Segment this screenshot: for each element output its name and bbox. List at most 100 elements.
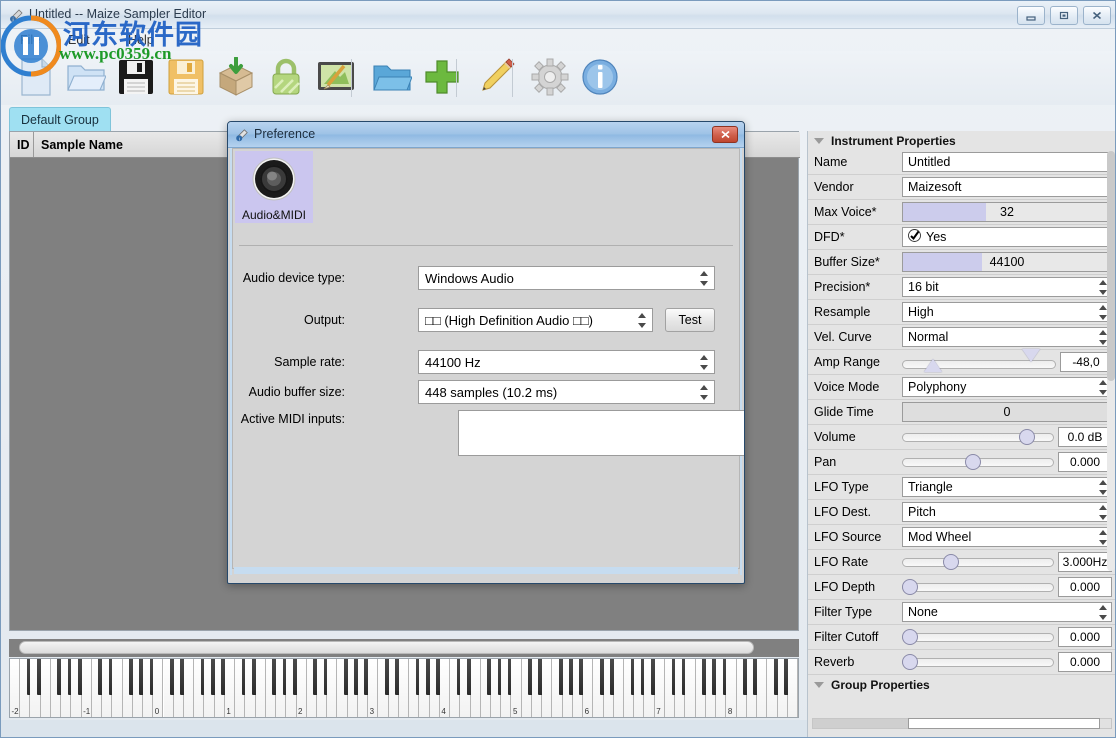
scrollbar-thumb[interactable] (19, 641, 754, 654)
property-control: Normal (902, 327, 1115, 347)
filter-type-select[interactable]: None (902, 602, 1112, 622)
open-folder-icon (66, 60, 107, 97)
audio-device-type-select[interactable]: Windows Audio (418, 266, 715, 290)
spinner-arrows-icon[interactable] (699, 385, 709, 400)
property-control: 32 (902, 202, 1115, 222)
piano-white-key[interactable] (787, 659, 798, 717)
dialog-tab-audio-midi[interactable]: Audio&MIDI (235, 151, 313, 223)
menu-item-file[interactable]: File (15, 32, 45, 48)
volume-value[interactable]: 0.0 dB (1058, 427, 1112, 447)
new-document-button[interactable] (11, 53, 61, 103)
property-control: 0.000 (902, 577, 1115, 597)
property-row: Vel. Curve Normal (808, 325, 1115, 350)
piano-white-key[interactable] (757, 659, 768, 717)
table-horizontal-scrollbar[interactable] (9, 639, 799, 657)
resample-select[interactable]: High (902, 302, 1112, 322)
menu-item-edit[interactable]: Edit (63, 32, 95, 48)
slider-knob[interactable] (964, 454, 981, 470)
vel-curve-select[interactable]: Normal (902, 327, 1112, 347)
panel-vertical-scrollbar[interactable] (1107, 151, 1115, 571)
minimize-button[interactable] (1017, 6, 1045, 25)
import-button[interactable] (211, 53, 261, 103)
octave-label: 0 (154, 707, 160, 716)
voice-mode-select[interactable]: Polyphony (902, 377, 1112, 397)
save-button[interactable] (111, 53, 161, 103)
spinner-arrows-icon[interactable] (1098, 605, 1108, 620)
column-header-id[interactable]: ID (10, 132, 34, 157)
edit-button[interactable] (471, 53, 521, 103)
about-button[interactable] (575, 53, 625, 103)
settings-button[interactable] (525, 53, 575, 103)
piano-keyboard[interactable]: -2 -1 0 1 2 3 4 5 6 7 8 (9, 658, 799, 718)
piano-white-key[interactable] (183, 659, 195, 717)
maximize-button[interactable] (1050, 6, 1078, 25)
skin-button[interactable] (311, 53, 361, 103)
lfo-type-select[interactable]: Triangle (902, 477, 1112, 497)
slider-knob[interactable] (902, 629, 918, 645)
name-input[interactable]: Untitled (902, 152, 1112, 172)
group-properties-header[interactable]: Group Properties (808, 675, 1115, 694)
active-midi-inputs-list[interactable] (458, 410, 744, 456)
menu-item-help[interactable]: Help (123, 32, 159, 48)
close-button[interactable] (1083, 6, 1111, 25)
audio-buffer-size-select[interactable]: 448 samples (10.2 ms) (418, 380, 715, 404)
open-folder-button[interactable] (61, 53, 111, 103)
slider-knob[interactable] (902, 579, 918, 595)
slider-knob[interactable] (902, 654, 918, 670)
test-button[interactable]: Test (665, 308, 715, 332)
reverb-value[interactable]: 0.000 (1058, 652, 1112, 672)
filter-cutoff-slider[interactable] (902, 627, 1054, 647)
lfo-dest-select[interactable]: Pitch (902, 502, 1112, 522)
lfo-depth-value[interactable]: 0.000 (1058, 577, 1112, 597)
dialog-close-button[interactable] (712, 126, 738, 143)
pan-value[interactable]: 0.000 (1058, 452, 1112, 472)
add-folder-button[interactable] (367, 53, 417, 103)
buffer-size-stepper[interactable]: 44100 (902, 252, 1112, 272)
piano-white-key[interactable] (40, 659, 51, 717)
filter-cutoff-value[interactable]: 0.000 (1058, 627, 1112, 647)
tab-default-group[interactable]: Default Group (9, 107, 111, 131)
lfo-depth-slider[interactable] (902, 577, 1054, 597)
spinner-arrows-icon[interactable] (699, 355, 709, 370)
sample-rate-select[interactable]: 44100 Hz (418, 350, 715, 374)
save-as-button[interactable] (161, 53, 211, 103)
piano-white-key[interactable] (255, 659, 266, 717)
piano-white-key[interactable] (327, 659, 338, 717)
output-select[interactable]: □□ (High Definition Audio □□) (418, 308, 653, 332)
amp-range-dual-slider[interactable] (902, 349, 1056, 373)
max-voice-stepper[interactable]: 32 (902, 202, 1112, 222)
piano-white-key[interactable] (685, 659, 696, 717)
slider-knob[interactable] (1018, 429, 1035, 445)
range-handle-low[interactable] (923, 359, 942, 372)
piano-white-key[interactable] (470, 659, 481, 717)
property-row: Pan 0.000 (808, 450, 1115, 475)
add-button[interactable] (417, 53, 467, 103)
piano-white-key[interactable] (542, 659, 553, 717)
volume-slider[interactable] (902, 427, 1054, 447)
piano-white-key[interactable] (613, 659, 624, 717)
lfo-rate-slider[interactable] (902, 552, 1054, 572)
reverb-slider[interactable] (902, 652, 1054, 672)
slider-knob[interactable] (942, 554, 959, 570)
piano-white-key[interactable] (112, 659, 123, 717)
pan-slider[interactable] (902, 452, 1054, 472)
spinner-arrows-icon[interactable] (699, 271, 709, 286)
group-property-field[interactable] (908, 718, 1100, 729)
audio-device-type-value: Windows Audio (425, 270, 514, 286)
vendor-input[interactable]: Maizesoft (902, 177, 1112, 197)
dfd-checkbox[interactable]: Yes (902, 227, 1112, 247)
lfo-source-select[interactable]: Mod Wheel (902, 527, 1112, 547)
property-control: Maizesoft (902, 177, 1115, 197)
piano-white-key[interactable] (398, 659, 410, 717)
glide-time-value[interactable]: 0 (902, 402, 1112, 422)
scrollbar-thumb[interactable] (813, 719, 909, 728)
spinner-arrows-icon[interactable] (637, 313, 647, 328)
property-row: LFO Rate 3.000Hz (808, 550, 1115, 575)
lfo-rate-value[interactable]: 3.000Hz (1058, 552, 1112, 572)
lock-button[interactable] (261, 53, 311, 103)
precision-select[interactable]: 16 bit (902, 277, 1112, 297)
amp-range-value[interactable]: -48,0 (1060, 352, 1112, 372)
instrument-properties-header[interactable]: Instrument Properties (808, 131, 1115, 150)
range-handle-high[interactable] (1022, 349, 1041, 362)
scrollbar-thumb[interactable] (1107, 151, 1115, 381)
